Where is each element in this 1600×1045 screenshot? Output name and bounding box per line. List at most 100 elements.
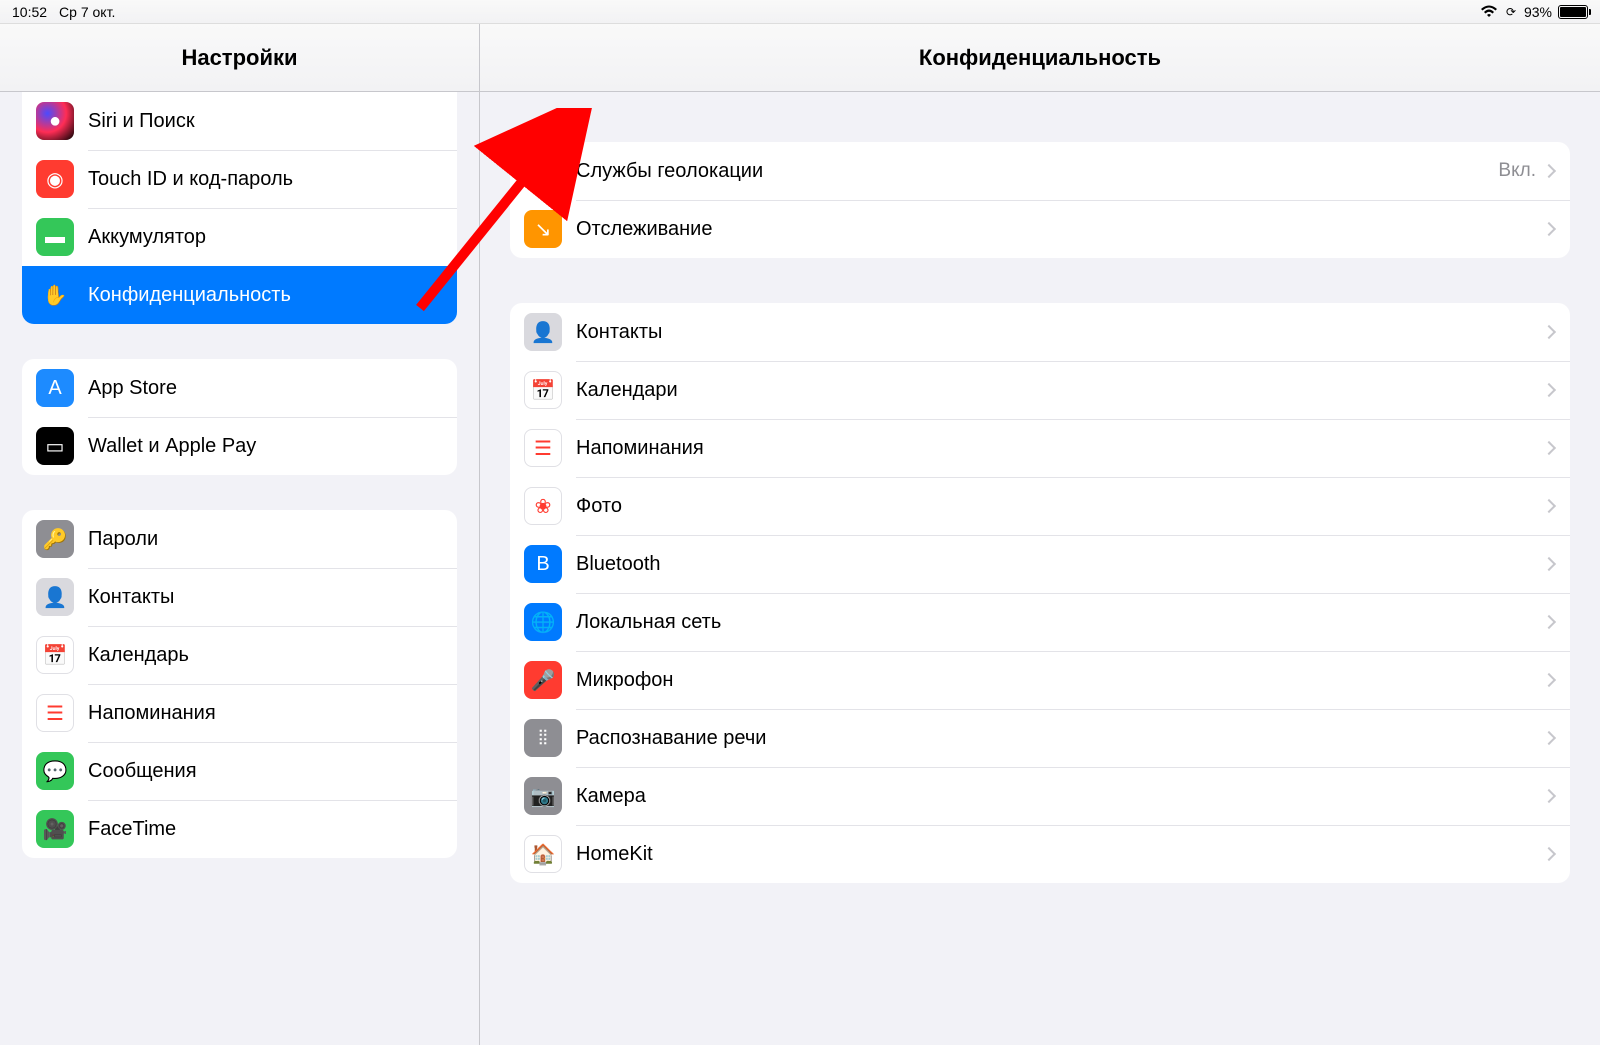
- status-date: Ср 7 окт.: [59, 4, 115, 20]
- calendar-icon: 📅: [36, 636, 74, 674]
- row-label: Bluetooth: [576, 553, 1544, 576]
- localnet-icon: 🌐: [524, 603, 562, 641]
- wifi-icon: [1480, 5, 1498, 19]
- sidebar-item-facetime[interactable]: 🎥 FaceTime: [22, 800, 457, 858]
- reminders-icon: ☰: [36, 694, 74, 732]
- chevron-right-icon: [1542, 557, 1556, 571]
- status-bar: 10:52 Ср 7 окт. ⟳ 93%: [0, 0, 1600, 24]
- row-camera[interactable]: 📷 Камера: [510, 767, 1570, 825]
- status-time: 10:52: [12, 4, 47, 20]
- homekit-icon: 🏠: [524, 835, 562, 873]
- hand-icon: ✋: [36, 276, 74, 314]
- sidebar-item-battery[interactable]: ▬Аккумулятор: [22, 208, 457, 266]
- sidebar-item-label: App Store: [88, 377, 443, 400]
- sidebar-item-wallet[interactable]: ▭ Wallet и Apple Pay: [22, 417, 457, 475]
- calendar-icon: 📅: [524, 371, 562, 409]
- chevron-right-icon: [1542, 441, 1556, 455]
- siri-icon: ●: [36, 102, 74, 140]
- sidebar-item-calendar[interactable]: 📅 Календарь: [22, 626, 457, 684]
- sidebar-item-messages[interactable]: 💬 Сообщения: [22, 742, 457, 800]
- sidebar-item-siri[interactable]: ● Siri и Поиск: [22, 92, 457, 150]
- row-label: Фото: [576, 495, 1544, 518]
- contacts-icon: 👤: [524, 313, 562, 351]
- row-label: Локальная сеть: [576, 611, 1544, 634]
- speech-icon: ⦙⦙: [524, 719, 562, 757]
- sidebar-item-contacts[interactable]: 👤 Контакты: [22, 568, 457, 626]
- mic-icon: 🎤: [524, 661, 562, 699]
- sidebar-item-reminders[interactable]: ☰ Напоминания: [22, 684, 457, 742]
- row-calendars[interactable]: 📅 Календари: [510, 361, 1570, 419]
- row-bluetooth[interactable]: B Bluetooth: [510, 535, 1570, 593]
- row-value: Вкл.: [1498, 160, 1536, 182]
- key-icon: 🔑: [36, 520, 74, 558]
- row-localnet[interactable]: 🌐 Локальная сеть: [510, 593, 1570, 651]
- chevron-right-icon: [1542, 731, 1556, 745]
- battery-icon: [1558, 5, 1588, 19]
- row-label: Распознавание речи: [576, 727, 1544, 750]
- row-label: Микрофон: [576, 669, 1544, 692]
- chevron-right-icon: [1542, 222, 1556, 236]
- chevron-right-icon: [1542, 164, 1556, 178]
- chevron-right-icon: [1542, 499, 1556, 513]
- battery-icon: ▬: [36, 218, 74, 256]
- sidebar-item-label: Напоминания: [88, 702, 443, 725]
- sidebar-group: ● Siri и Поиск ◉ Touch ID и код-пароль ▬Акку…: [22, 92, 457, 324]
- sidebar-item-label: Пароли: [88, 528, 443, 551]
- row-label: Службы геолокации: [576, 160, 1498, 183]
- sidebar-item-privacy[interactable]: ✋ Конфиденциальность: [22, 266, 457, 324]
- sidebar-item-label: Сообщения: [88, 760, 443, 783]
- chevron-right-icon: [1542, 847, 1556, 861]
- row-tracking[interactable]: ↘ Отслеживание: [510, 200, 1570, 258]
- row-contacts[interactable]: 👤 Контакты: [510, 303, 1570, 361]
- row-label: Отслеживание: [576, 218, 1544, 241]
- sidebar-group: 🔑 Пароли 👤 Контакты 📅 Календарь ☰ Напоминания 💬 С…: [22, 510, 457, 858]
- chevron-right-icon: [1542, 673, 1556, 687]
- row-label: Календари: [576, 379, 1544, 402]
- sidebar: Настройки ● Siri и Поиск ◉ Touch ID и код-п…: [0, 24, 480, 1045]
- content-title: Конфиденциальность: [480, 24, 1600, 92]
- sidebar-item-appstore[interactable]: A App Store: [22, 359, 457, 417]
- wallet-icon: ▭: [36, 427, 74, 465]
- contacts-icon: 👤: [36, 578, 74, 616]
- appstore-icon: A: [36, 369, 74, 407]
- sidebar-title: Настройки: [0, 24, 479, 92]
- row-mic[interactable]: 🎤 Микрофон: [510, 651, 1570, 709]
- status-battery-percent: 93%: [1524, 4, 1552, 20]
- sidebar-item-label: Календарь: [88, 644, 443, 667]
- reminders-icon: ☰: [524, 429, 562, 467]
- orientation-lock-icon: ⟳: [1504, 5, 1518, 19]
- row-label: Напоминания: [576, 437, 1544, 460]
- location-icon: ➤: [524, 152, 562, 190]
- bluetooth-icon: B: [524, 545, 562, 583]
- sidebar-item-label: FaceTime: [88, 818, 443, 841]
- sidebar-item-label: Контакты: [88, 586, 443, 609]
- sidebar-item-label: Wallet и Apple Pay: [88, 435, 443, 458]
- touchid-icon: ◉: [36, 160, 74, 198]
- chevron-right-icon: [1542, 325, 1556, 339]
- row-label: Контакты: [576, 321, 1544, 344]
- messages-icon: 💬: [36, 752, 74, 790]
- facetime-icon: 🎥: [36, 810, 74, 848]
- row-location[interactable]: ➤ Службы геолокацииВкл.: [510, 142, 1570, 200]
- row-photos[interactable]: ❀ Фото: [510, 477, 1570, 535]
- chevron-right-icon: [1542, 615, 1556, 629]
- chevron-right-icon: [1542, 789, 1556, 803]
- tracking-icon: ↘: [524, 210, 562, 248]
- content-group: ➤ Службы геолокацииВкл. ↘ Отслеживание: [510, 142, 1570, 258]
- row-label: HomeKit: [576, 843, 1544, 866]
- sidebar-item-label: Конфиденциальность: [88, 284, 443, 307]
- sidebar-item-passwords[interactable]: 🔑 Пароли: [22, 510, 457, 568]
- sidebar-item-touchid[interactable]: ◉ Touch ID и код-пароль: [22, 150, 457, 208]
- row-reminders[interactable]: ☰ Напоминания: [510, 419, 1570, 477]
- chevron-right-icon: [1542, 383, 1556, 397]
- camera-icon: 📷: [524, 777, 562, 815]
- photos-icon: ❀: [524, 487, 562, 525]
- content-group: 👤 Контакты 📅 Календари ☰ Напоминания ❀ Фото B Blu…: [510, 303, 1570, 883]
- row-label: Камера: [576, 785, 1544, 808]
- sidebar-group: A App Store ▭ Wallet и Apple Pay: [22, 359, 457, 475]
- content: Конфиденциальность ➤ Службы геолокацииВкл…: [480, 24, 1600, 1045]
- row-homekit[interactable]: 🏠 HomeKit: [510, 825, 1570, 883]
- sidebar-item-label: Siri и Поиск: [88, 110, 443, 133]
- sidebar-item-label: Touch ID и код-пароль: [88, 168, 443, 191]
- row-speech[interactable]: ⦙⦙ Распознавание речи: [510, 709, 1570, 767]
